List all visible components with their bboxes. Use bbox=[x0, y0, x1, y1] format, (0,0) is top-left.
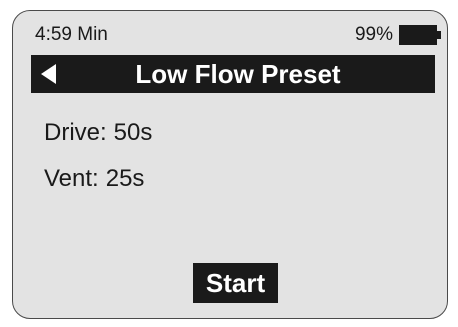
battery-full-icon bbox=[399, 25, 441, 45]
battery-status: 99% bbox=[354, 23, 441, 47]
drive-setting: Drive: 50s bbox=[44, 119, 152, 147]
vent-label: Vent: bbox=[44, 165, 99, 192]
vent-setting: Vent: 25s bbox=[44, 165, 144, 193]
back-arrow-icon bbox=[41, 64, 56, 84]
battery-percent: 99% bbox=[354, 24, 393, 45]
title-bar: Low Flow Preset bbox=[31, 55, 435, 93]
status-time: 4:59 Min bbox=[35, 24, 108, 45]
page-title: Low Flow Preset bbox=[135, 59, 341, 89]
back-button[interactable] bbox=[41, 55, 67, 93]
start-button[interactable]: Start bbox=[193, 263, 278, 303]
status-bar: 4:59 Min 99% bbox=[35, 23, 441, 47]
device-screen: 4:59 Min 99% Low Flow Preset Drive: 50s … bbox=[12, 10, 448, 319]
drive-label: Drive: bbox=[44, 119, 107, 146]
vent-value: 25s bbox=[105, 165, 145, 192]
drive-value: 50s bbox=[113, 119, 153, 146]
